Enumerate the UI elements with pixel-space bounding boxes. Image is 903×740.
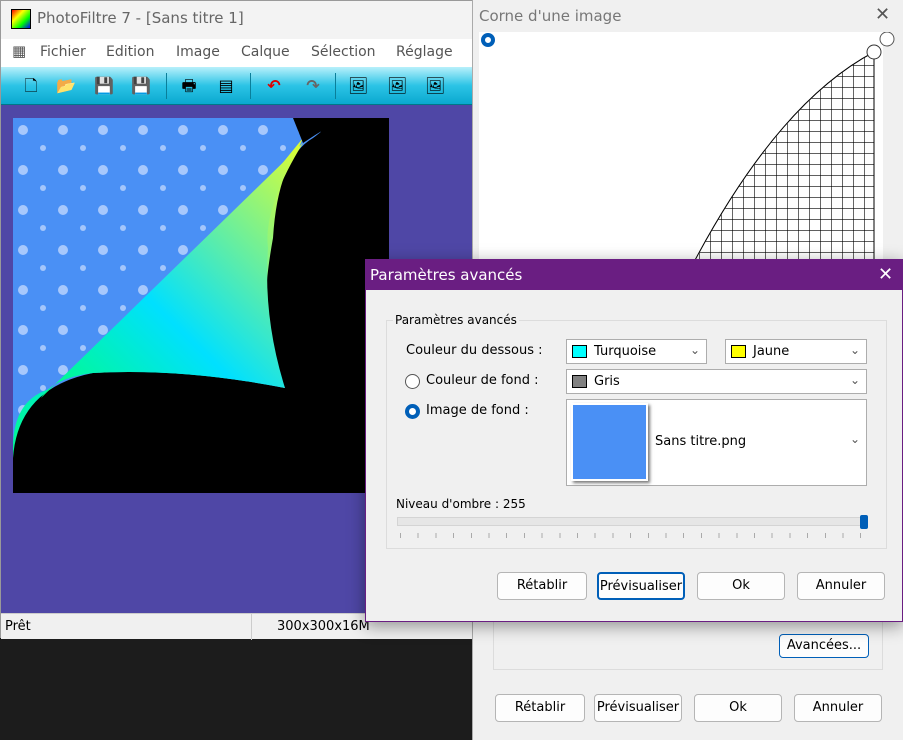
image-size: 300x300x16M — [277, 619, 370, 634]
print-icon[interactable]: 🖶 — [179, 76, 199, 96]
mesh-preview — [693, 32, 895, 262]
underside-color-label: Couleur du dessous : — [406, 343, 543, 358]
menu-selection[interactable]: Sélection — [311, 44, 376, 60]
chevron-down-icon: ⌄ — [849, 432, 860, 446]
new-file-icon[interactable]: 🗋 — [21, 76, 41, 96]
save-as-icon[interactable]: 💾 — [131, 76, 151, 96]
color-swatch — [572, 375, 587, 388]
dialog-title: Corne d'une image — [479, 7, 622, 25]
reset-button[interactable]: Rétablir — [497, 572, 587, 600]
underside-color-2-select[interactable]: Jaune ⌄ — [725, 339, 867, 364]
ok-button[interactable]: Ok — [694, 694, 782, 722]
image-copy-icon[interactable]: 🖼 — [348, 76, 368, 96]
status-text: Prêt — [5, 619, 31, 634]
menu-image[interactable]: Image — [176, 44, 220, 60]
image-thumbnail — [571, 403, 648, 481]
chevron-down-icon: ⌄ — [849, 343, 860, 357]
open-folder-icon[interactable]: 📂 — [56, 76, 76, 96]
menu-fichier[interactable]: Fichier — [40, 44, 86, 60]
shadow-level-label: Niveau d'ombre : 255 — [396, 497, 526, 511]
title-bar: PhotoFiltre 7 - [Sans titre 1] — [1, 1, 481, 39]
bg-image-radio[interactable] — [405, 404, 420, 419]
duplicate-image-icon[interactable]: 🖼 — [425, 76, 445, 96]
group-label: Paramètres avancés — [393, 313, 519, 327]
chevron-down-icon: ⌄ — [849, 373, 860, 387]
menu-calque[interactable]: Calque — [241, 44, 290, 60]
ok-button[interactable]: Ok — [697, 572, 785, 600]
scan-icon[interactable]: ▤ — [216, 76, 236, 96]
bg-color-label: Couleur de fond : — [426, 373, 539, 388]
reset-button[interactable]: Rétablir — [495, 694, 585, 722]
preview-button[interactable]: Prévisualiser — [597, 572, 685, 600]
preview-area — [479, 32, 895, 262]
advanced-settings-dialog: Paramètres avancés ✕ Paramètres avancés … — [365, 259, 903, 622]
close-icon[interactable]: ✕ — [875, 4, 890, 25]
dialog-title: Paramètres avancés — [370, 266, 523, 284]
cancel-button[interactable]: Annuler — [794, 694, 882, 722]
chevron-down-icon: ⌄ — [689, 343, 700, 357]
underside-color-1-select[interactable]: Turquoise ⌄ — [566, 339, 707, 364]
slider-thumb[interactable] — [860, 515, 868, 529]
shadow-slider[interactable] — [397, 517, 867, 526]
app-logo-icon — [11, 9, 31, 29]
save-icon[interactable]: 💾 — [94, 76, 114, 96]
menu-edition[interactable]: Edition — [106, 44, 154, 60]
toolbar: 🗋 📂 💾 💾 🖶 ▤ ↶ ↷ 🖼 🖼 🖼 — [1, 67, 481, 105]
bg-color-select[interactable]: Gris ⌄ — [566, 369, 867, 394]
color-swatch — [731, 345, 746, 358]
redo-icon[interactable]: ↷ — [303, 76, 323, 96]
preview-button[interactable]: Prévisualiser — [594, 694, 682, 722]
image-document[interactable] — [13, 118, 389, 493]
cancel-button[interactable]: Annuler — [797, 572, 885, 600]
bg-image-label: Image de fond : — [426, 403, 529, 418]
menu-bar: ▦ Fichier Edition Image Calque Sélection… — [1, 39, 481, 67]
slider-ticks — [400, 533, 866, 538]
menu-reglage[interactable]: Réglage — [396, 44, 453, 60]
color-swatch — [572, 345, 587, 358]
document-menu-icon[interactable]: ▦ — [12, 42, 26, 60]
window-title: PhotoFiltre 7 - [Sans titre 1] — [37, 9, 244, 27]
close-icon[interactable]: ✕ — [878, 264, 893, 285]
bg-color-radio[interactable] — [405, 374, 420, 389]
dialog-title-bar: Paramètres avancés — [366, 260, 902, 290]
undo-icon[interactable]: ↶ — [264, 76, 284, 96]
transparent-image-icon[interactable]: 🖼 — [387, 76, 407, 96]
bg-image-select[interactable]: Sans titre.png ⌄ — [566, 399, 867, 486]
advanced-button[interactable]: Avancées... — [779, 634, 869, 658]
